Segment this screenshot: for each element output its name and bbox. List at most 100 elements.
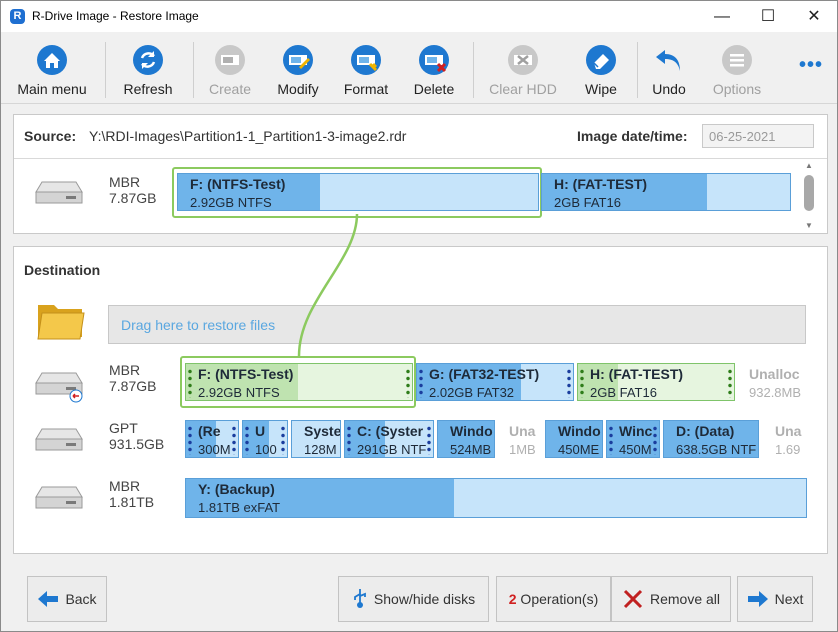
partition[interactable]: G: (FAT32-TEST) 2.02GB FAT32 xyxy=(416,363,574,401)
disk-size: 1.81TB xyxy=(109,494,155,510)
partition-name: H: (FAT-TEST) xyxy=(590,366,684,382)
back-label: Back xyxy=(65,591,97,607)
destination-title: Destination xyxy=(24,262,101,278)
partition-name: D: (Data) xyxy=(676,423,735,439)
scroll-thumb[interactable] xyxy=(804,175,814,211)
resize-handle-left[interactable] xyxy=(347,425,351,455)
operations-label: Operation(s) xyxy=(516,591,599,607)
partition[interactable]: C: (Syster 291GB NTF xyxy=(344,420,434,458)
back-arrow-icon xyxy=(38,591,59,607)
resize-handle-right[interactable] xyxy=(406,368,410,398)
scroll-up-icon[interactable]: ▲ xyxy=(802,161,816,171)
resize-handle-left[interactable] xyxy=(609,425,613,455)
partition-name: U xyxy=(255,423,266,439)
unallocated-space[interactable]: Una 1.69 xyxy=(764,420,806,458)
usb-disk-icon xyxy=(354,589,366,608)
maximize-button[interactable]: ☐ xyxy=(745,1,791,32)
partition-info: 2.92GB NTFS xyxy=(190,195,272,210)
restore-files-dropzone[interactable]: Drag here to restore files xyxy=(108,305,806,344)
hard-disk-icon xyxy=(35,181,83,204)
remove-all-button[interactable]: Remove all xyxy=(611,576,731,622)
source-partition[interactable]: F: (NTFS-Test) 2.92GB NTFS xyxy=(177,173,539,211)
partition[interactable]: Y: (Backup) 1.81TB exFAT xyxy=(185,478,807,518)
hard-disk-icon xyxy=(35,372,83,403)
eraser-icon xyxy=(586,45,616,75)
resize-handle-left[interactable] xyxy=(245,425,249,455)
delete-partition-icon xyxy=(419,45,449,75)
partition-info: 2.02GB FAT32 xyxy=(429,385,515,400)
partition-name: Winc xyxy=(619,423,653,439)
scroll-down-icon[interactable]: ▼ xyxy=(802,221,816,231)
more-button[interactable]: ••• xyxy=(799,54,823,77)
options-button[interactable]: Options xyxy=(705,36,769,100)
next-button[interactable]: Next xyxy=(737,576,813,622)
partition-info: 291GB NTF xyxy=(357,442,427,457)
window-title: R-Drive Image - Restore Image xyxy=(32,9,199,23)
back-button[interactable]: Back xyxy=(27,576,107,622)
partition-name: F: (NTFS-Test) xyxy=(198,366,294,382)
show-hide-disks-button[interactable]: Show/hide disks xyxy=(338,576,489,622)
partition-info: 100 xyxy=(255,442,277,457)
partition[interactable]: D: (Data) 638.5GB NTF xyxy=(663,420,759,458)
unallocated-space[interactable]: Una 1MB xyxy=(498,420,542,458)
source-partition[interactable]: H: (FAT-TEST) 2GB FAT16 xyxy=(541,173,791,211)
wipe-label: Wipe xyxy=(585,81,617,97)
target-partition[interactable]: F: (NTFS-Test) 2.92GB NTFS xyxy=(185,363,413,401)
image-date-field[interactable]: 06-25-2021 xyxy=(702,124,814,148)
partition-info: 638.5GB NTF xyxy=(676,442,757,457)
resize-handle-left[interactable] xyxy=(188,425,192,455)
undo-button[interactable]: Undo xyxy=(645,36,693,100)
modify-button[interactable]: Modify xyxy=(269,36,327,100)
resize-handle-right[interactable] xyxy=(232,425,236,455)
close-button[interactable]: ✕ xyxy=(791,1,837,32)
wipe-button[interactable]: Wipe xyxy=(573,36,629,100)
minimize-button[interactable]: — xyxy=(699,1,745,32)
partition-name: Una xyxy=(775,423,802,439)
partition[interactable]: Windo 450ME xyxy=(545,420,603,458)
resize-handle-right[interactable] xyxy=(281,425,285,455)
format-button[interactable]: Format xyxy=(337,36,395,100)
delete-button[interactable]: Delete xyxy=(405,36,463,100)
partition[interactable]: H: (FAT-TEST) 2GB FAT16 xyxy=(577,363,735,401)
operations-button[interactable]: 2 Operation(s) xyxy=(496,576,611,622)
resize-handle-left[interactable] xyxy=(419,368,423,398)
resize-handle-left[interactable] xyxy=(188,368,192,398)
create-button[interactable]: Create xyxy=(201,36,259,100)
partition-name: G: (FAT32-TEST) xyxy=(429,366,540,382)
hard-disk-icon xyxy=(35,428,83,451)
clear-hdd-button[interactable]: Clear HDD xyxy=(483,36,563,100)
partition[interactable]: (Re 300M xyxy=(185,420,239,458)
next-label: Next xyxy=(774,591,804,607)
toolbar-separator xyxy=(193,42,194,98)
partition[interactable]: Winc 450M xyxy=(606,420,660,458)
source-scrollbar[interactable]: ▲ ▼ xyxy=(802,161,816,231)
resize-handle-right[interactable] xyxy=(653,425,657,455)
unallocated-space[interactable]: Unalloc 932.8MB xyxy=(738,363,806,401)
clear-hdd-label: Clear HDD xyxy=(489,81,557,97)
folder-icon xyxy=(37,305,85,340)
source-label: Source: xyxy=(24,128,77,144)
disk-scheme: MBR xyxy=(109,362,141,378)
partition-name: H: (FAT-TEST) xyxy=(554,176,648,192)
refresh-button[interactable]: Refresh xyxy=(115,36,181,100)
resize-handle-right[interactable] xyxy=(728,368,732,398)
partition-name: F: (NTFS-Test) xyxy=(190,176,286,192)
resize-handle-right[interactable] xyxy=(427,425,431,455)
options-label: Options xyxy=(712,81,762,97)
resize-handle-right[interactable] xyxy=(567,368,571,398)
toolbar: Main menu Refresh Create Modify Format D… xyxy=(1,32,837,104)
source-header: Source: Y:\RDI-Images\Partition1-1_Parti… xyxy=(14,115,827,159)
partition-name: Windo xyxy=(450,423,493,439)
main-menu-button[interactable]: Main menu xyxy=(11,36,93,100)
partition[interactable]: U 100 xyxy=(242,420,288,458)
format-label: Format xyxy=(343,81,389,97)
app-window: R R-Drive Image - Restore Image — ☐ ✕ Ma… xyxy=(0,0,838,632)
refresh-icon xyxy=(133,45,163,75)
partition[interactable]: Syste 128M xyxy=(291,420,341,458)
format-partition-icon xyxy=(351,45,381,75)
disk-size: 7.87GB xyxy=(109,190,157,206)
operations-count: 2 xyxy=(508,591,517,607)
partition-name: Una xyxy=(509,423,536,439)
resize-handle-left[interactable] xyxy=(580,368,584,398)
partition[interactable]: Windo 524MB xyxy=(437,420,495,458)
